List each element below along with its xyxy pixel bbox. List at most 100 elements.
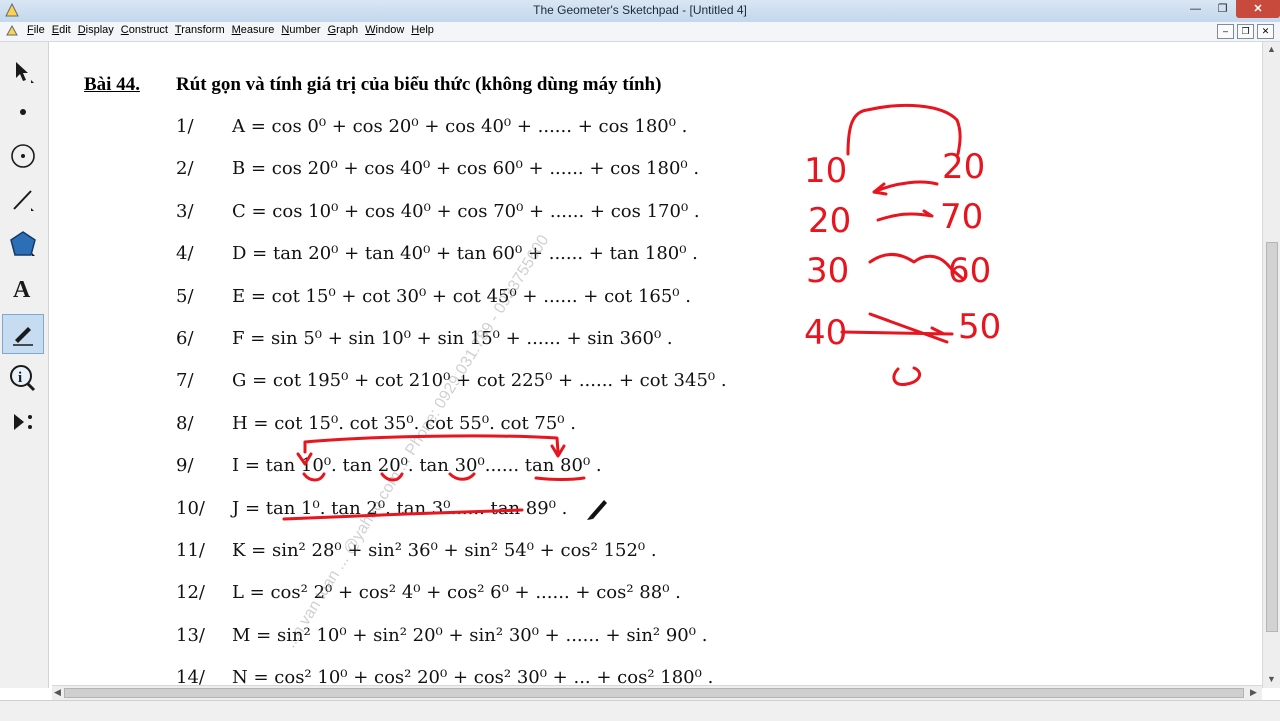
- menu-item-graph[interactable]: Graph: [328, 24, 366, 36]
- problem-number: 3/: [176, 200, 194, 222]
- underline-80-stroke: [534, 476, 586, 481]
- menu-item-edit[interactable]: Edit: [52, 24, 78, 36]
- document-icon[interactable]: [6, 25, 18, 37]
- menu-item-file[interactable]: File: [27, 24, 52, 36]
- custom-tools-icon: [14, 414, 32, 430]
- svg-text:i: i: [18, 370, 22, 386]
- menu-item-measure[interactable]: Measure: [232, 24, 282, 36]
- menu-mnemonic: D: [77, 24, 86, 36]
- marker-pen-icon: [13, 327, 33, 346]
- information-tool[interactable]: i: [2, 358, 44, 398]
- menu-item-construct[interactable]: Construct: [121, 24, 175, 36]
- horizontal-scroll-thumb[interactable]: [64, 688, 1244, 698]
- menu-mnemonic: G: [327, 24, 337, 36]
- problem-expression: J = tan 1⁰. tan 2⁰. tan 3⁰...... tan 89⁰…: [232, 497, 568, 519]
- arrow-10-20-stroke: [872, 180, 939, 196]
- text-a-icon: A: [13, 277, 31, 302]
- menu-label-rest: isplay: [85, 24, 114, 36]
- point-tool[interactable]: [2, 92, 44, 132]
- problem-expression: L = cos² 2⁰ + cos² 4⁰ + cos² 6⁰ + ......…: [232, 582, 681, 604]
- menu-item-display[interactable]: Display: [78, 24, 121, 36]
- title-bar: The Geometer's Sketchpad - [Untitled 4] …: [0, 0, 1280, 23]
- menu-item-help[interactable]: Help: [411, 24, 441, 36]
- menu-item-transform[interactable]: Transform: [175, 24, 232, 36]
- scroll-right-icon[interactable]: ▶: [1250, 687, 1257, 698]
- problem-row: 6/F = sin 5⁰ + sin 10⁰ + sin 15⁰ + .....…: [176, 328, 673, 349]
- problem-expression: A = cos 0⁰ + cos 20⁰ + cos 40⁰ + ...... …: [232, 116, 688, 137]
- window-controls: — ❐ ✕: [1182, 0, 1280, 20]
- problem-number: 1/: [176, 116, 194, 137]
- close-button[interactable]: ✕: [1236, 0, 1280, 18]
- doc-close-button[interactable]: ✕: [1257, 24, 1274, 39]
- problem-number: 4/: [176, 243, 194, 265]
- sketch-canvas[interactable]: Bài 44. Rút gọn và tính giá trị của biểu…: [52, 42, 1262, 685]
- document-controls: – ❐ ✕: [1217, 24, 1274, 39]
- menu-item-number[interactable]: Number: [281, 24, 327, 36]
- menu-list: File Edit Display Construct Transform Measure…: [27, 24, 441, 36]
- menu-label-rest: dit: [59, 24, 71, 36]
- menu-label-rest: indow: [375, 24, 405, 36]
- bracket-top-stroke: [846, 103, 962, 156]
- problem-row: 1/A = cos 0⁰ + cos 20⁰ + cos 40⁰ + .....…: [176, 116, 687, 137]
- problem-expression: D = tan 20⁰ + tan 40⁰ + tan 60⁰ + ......…: [232, 243, 698, 265]
- horizontal-scrollbar[interactable]: ◀ ▶: [52, 685, 1262, 701]
- polygon-tool[interactable]: [2, 224, 44, 264]
- handwritten-70: 70: [940, 197, 983, 237]
- doc-restore-button[interactable]: ❐: [1237, 24, 1254, 39]
- menu-label-rest: umber: [289, 24, 321, 36]
- restore-button[interactable]: ❐: [1209, 0, 1236, 18]
- problem-row: 11/K = sin² 28⁰ + sin² 36⁰ + sin² 54⁰ + …: [176, 540, 657, 561]
- problem-expression: H = cot 15⁰. cot 35⁰. cot 55⁰. cot 75⁰ .: [232, 412, 576, 434]
- circle-50-stroke: [892, 366, 922, 387]
- arrow-tool[interactable]: [2, 52, 44, 92]
- problem-number: 6/: [176, 328, 194, 349]
- arrow-20-70-stroke: [876, 209, 934, 222]
- marker-tool[interactable]: [2, 314, 44, 354]
- handwritten-20: 20: [942, 147, 985, 187]
- problem-expression: G = cot 195⁰ + cot 210⁰ + cot 225⁰ + ...…: [232, 370, 727, 392]
- menu-mnemonic: E: [51, 24, 60, 36]
- scribble-30-60-stroke: [868, 253, 964, 280]
- problem-row: 4/D = tan 20⁰ + tan 40⁰ + tan 60⁰ + ....…: [176, 243, 698, 264]
- problem-row: 14/N = cos² 10⁰ + cos² 20⁰ + cos² 30⁰ + …: [176, 667, 713, 685]
- problem-row: 5/E = cot 15⁰ + cot 30⁰ + cot 45⁰ + ....…: [176, 286, 691, 307]
- scroll-up-icon[interactable]: ▲: [1267, 44, 1276, 54]
- polygon-icon: [10, 231, 36, 256]
- menu-label-rest: ile: [33, 24, 45, 36]
- vertical-scrollbar[interactable]: ▲ ▼: [1262, 42, 1280, 688]
- problem-row: 3/C = cos 10⁰ + cos 40⁰ + cos 70⁰ + ....…: [176, 201, 700, 222]
- scroll-down-icon[interactable]: ▼: [1267, 674, 1276, 684]
- menu-mnemonic: F: [27, 24, 34, 36]
- text-tool[interactable]: A: [2, 268, 44, 308]
- toolbox: A i: [0, 42, 49, 688]
- handwritten-10: 10: [804, 151, 847, 191]
- custom-tool[interactable]: [2, 402, 44, 442]
- compass-icon: [11, 144, 35, 168]
- straightedge-tool[interactable]: [2, 180, 44, 220]
- arrow-40-50-stroke: [840, 312, 954, 344]
- menu-label-rest: elp: [419, 24, 434, 36]
- problem-row: 12/L = cos² 2⁰ + cos² 4⁰ + cos² 6⁰ + ...…: [176, 582, 681, 603]
- handwritten-30: 30: [806, 251, 849, 291]
- problem-number: 8/: [176, 412, 194, 434]
- menu-bar: File Edit Display Construct Transform Measure…: [0, 22, 1280, 42]
- point-icon: [20, 109, 26, 115]
- menu-mnemonic: M: [231, 24, 241, 36]
- problem-number: 14/: [176, 667, 205, 685]
- problem-number: 9/: [176, 455, 194, 477]
- doc-minimize-button[interactable]: –: [1217, 24, 1234, 39]
- scroll-left-icon[interactable]: ◀: [54, 687, 61, 698]
- vertical-scroll-thumb[interactable]: [1266, 242, 1278, 632]
- exercise-title: Bài 44.: [84, 74, 140, 95]
- problem-expression: K = sin² 28⁰ + sin² 36⁰ + sin² 54⁰ + cos…: [232, 540, 657, 561]
- menu-mnemonic: C: [120, 24, 129, 36]
- handwritten-20-b: 20: [808, 201, 851, 241]
- problem-number: 2/: [176, 158, 194, 180]
- menu-item-window[interactable]: Window: [365, 24, 411, 36]
- minimize-button[interactable]: —: [1182, 0, 1209, 18]
- handwritten-50: 50: [958, 307, 1001, 347]
- arrow-icon: [16, 62, 34, 83]
- menu-label-rest: easure: [240, 24, 275, 36]
- compass-tool[interactable]: [2, 136, 44, 176]
- status-bar: [0, 700, 1280, 721]
